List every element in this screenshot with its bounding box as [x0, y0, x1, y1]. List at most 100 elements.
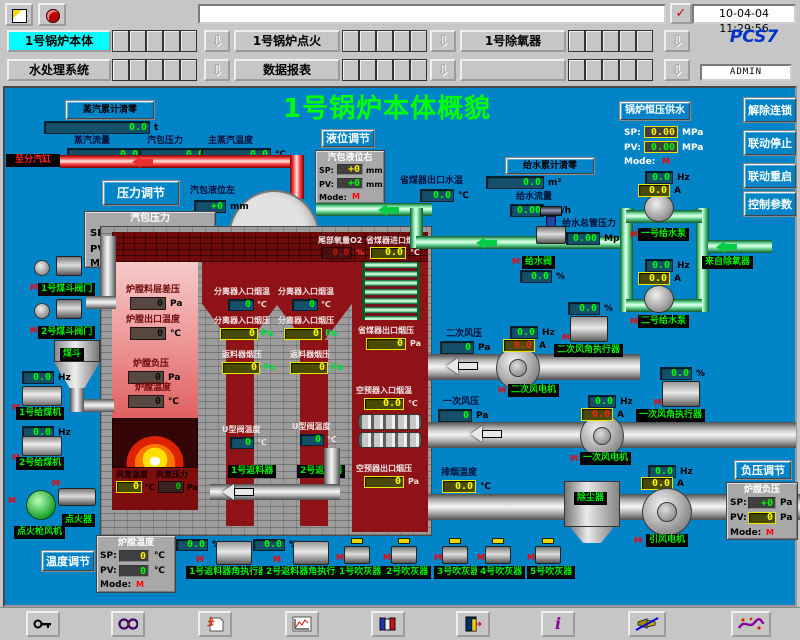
sootblower-2[interactable]: [391, 546, 417, 564]
from-deaerator-label: 来自除氧器: [702, 256, 753, 269]
supply-mode[interactable]: M: [662, 158, 670, 166]
pump2-a-display: 0.0: [638, 272, 670, 285]
primary-air-arrow-icon: [470, 426, 504, 442]
hardcopy-button[interactable]: [38, 3, 66, 26]
coal-valve-1-knob[interactable]: [34, 260, 50, 276]
drum-level-mode[interactable]: M: [352, 193, 360, 201]
tab-data-report[interactable]: 数据报表: [234, 59, 340, 81]
steam-total-reset-button[interactable]: 蒸汽累计清零: [66, 101, 154, 119]
feed-valve[interactable]: [536, 226, 566, 244]
trend-button[interactable]: [285, 611, 319, 637]
mode-label: Mode:: [730, 528, 761, 539]
level-control-button[interactable]: 液位调节: [322, 130, 374, 147]
acknowledge-button[interactable]: ✓: [670, 3, 692, 24]
tab-dropdown-button[interactable]: ⇩: [204, 30, 230, 52]
info-button[interactable]: i: [541, 611, 575, 637]
tab-water-treatment[interactable]: 水处理系统: [7, 59, 111, 81]
status-cell: [112, 30, 129, 52]
interlock-stop-button[interactable]: 联动停止: [744, 131, 796, 155]
feed-pump-1[interactable]: [644, 194, 674, 222]
tab-boiler-ignition[interactable]: 1号锅炉点火: [234, 30, 340, 52]
flame-icon: [112, 418, 198, 468]
new-report-button[interactable]: [198, 611, 232, 637]
sec-hz-unit: Hz: [542, 328, 555, 338]
tab-dropdown-button[interactable]: ⇩: [430, 59, 456, 81]
wind-press-label: 风室压力: [156, 470, 188, 479]
wind-temp-label: 风室温度: [116, 470, 148, 479]
pressure-control-button[interactable]: 压力调节: [103, 181, 179, 205]
furnace-temp-sp[interactable]: 0: [119, 550, 149, 562]
to-manifold-label: 至分汽缸: [6, 154, 60, 167]
ignition-fan[interactable]: [26, 490, 56, 520]
sep2-temp-unit: ℃: [321, 300, 331, 309]
sootblower-3[interactable]: [442, 546, 468, 564]
status-cell: [410, 30, 427, 52]
coal-valve-2[interactable]: [56, 299, 82, 319]
check-icon: ✓: [676, 7, 687, 20]
water-total-reset-button[interactable]: 给水累计清零: [506, 158, 594, 174]
supply-control-button[interactable]: 锅炉恒压供水: [620, 102, 690, 120]
supply-unit: MPa: [682, 128, 703, 138]
tab-dropdown-button[interactable]: ⇩: [204, 59, 230, 81]
coal-valve-2-knob[interactable]: [34, 303, 50, 319]
tab-empty[interactable]: [460, 59, 566, 81]
primary-air-actuator[interactable]: [662, 381, 700, 407]
coal-valve-1-status: M: [30, 284, 38, 292]
sootblower-4[interactable]: [485, 546, 511, 564]
message-line-field[interactable]: [198, 4, 666, 24]
control-params-button[interactable]: 控制参数: [744, 192, 796, 216]
vacuum-mode[interactable]: M: [766, 529, 774, 537]
signature-button[interactable]: [731, 611, 771, 637]
secondary-air-actuator[interactable]: [570, 316, 608, 342]
tab-dropdown-button[interactable]: ⇩: [664, 30, 690, 52]
return-actuator-1[interactable]: [216, 541, 252, 565]
drum-pressure-label: 汽包压力: [147, 136, 183, 146]
hopper-downpipe: [70, 388, 84, 412]
sootblower-1[interactable]: [344, 546, 370, 564]
view-button[interactable]: [111, 611, 145, 637]
furnace-temp-pv: 0: [119, 565, 149, 577]
ret-act2-pos-display: 0.0: [253, 539, 285, 551]
vacuum-sp[interactable]: +0: [748, 497, 776, 509]
feed-pump-2[interactable]: [644, 285, 674, 313]
key-button[interactable]: [26, 611, 60, 637]
drum-level-sp[interactable]: +0: [337, 164, 363, 175]
status-cell: [342, 30, 359, 52]
pump-loop-left-pipe: [620, 208, 633, 312]
feeder1-hz-unit: Hz: [58, 373, 71, 383]
supply-unit2: MPa: [682, 143, 703, 153]
tab-dropdown-button[interactable]: ⇩: [430, 30, 456, 52]
wind-press-display: 0: [158, 481, 184, 493]
igniter-device[interactable]: [58, 488, 96, 506]
sootblower-1-status: M: [336, 554, 344, 562]
status-cells: [342, 59, 427, 81]
sootblower-5[interactable]: [535, 546, 561, 564]
induced-draft-fan[interactable]: [642, 488, 692, 536]
tab-boiler-body[interactable]: 1号锅炉本体: [7, 30, 111, 52]
coal-feeder-1[interactable]: [22, 386, 62, 406]
coal-feeder-2[interactable]: [22, 436, 62, 456]
temperature-control-button[interactable]: 温度调节: [42, 551, 94, 571]
interlock-restart-button[interactable]: 联动重启: [744, 164, 796, 188]
furnace-vacuum-label: 炉膛负压: [133, 359, 169, 369]
status-cell: [112, 59, 129, 81]
feed-valve-actuator: [540, 206, 562, 216]
status-cell: [568, 30, 585, 52]
mute-horn-button[interactable]: [628, 611, 666, 637]
vacuum-pid-unit: Pa: [780, 498, 792, 509]
vacuum-control-button[interactable]: 负压调节: [735, 461, 791, 479]
sootblower-5-cap-icon: [542, 538, 554, 544]
new-picture-button[interactable]: [5, 3, 33, 26]
unlock-interlock-button[interactable]: 解除连锁: [744, 98, 796, 122]
furnace-temp-mode[interactable]: M: [136, 581, 144, 589]
return-actuator-2[interactable]: [293, 541, 329, 565]
furnace-vacuum-unit: Pa: [168, 373, 180, 383]
supply-sp[interactable]: 0.00: [644, 126, 678, 138]
library-button[interactable]: [371, 611, 405, 637]
tab-deaerator[interactable]: 1号除氧器: [460, 30, 566, 52]
exit-button[interactable]: [456, 611, 490, 637]
ret-act2-status: M: [273, 556, 281, 564]
tab-dropdown-button[interactable]: ⇩: [664, 59, 690, 81]
main-steam-temp-label: 主蒸汽温度: [208, 136, 253, 146]
coal-valve-1[interactable]: [56, 256, 82, 276]
